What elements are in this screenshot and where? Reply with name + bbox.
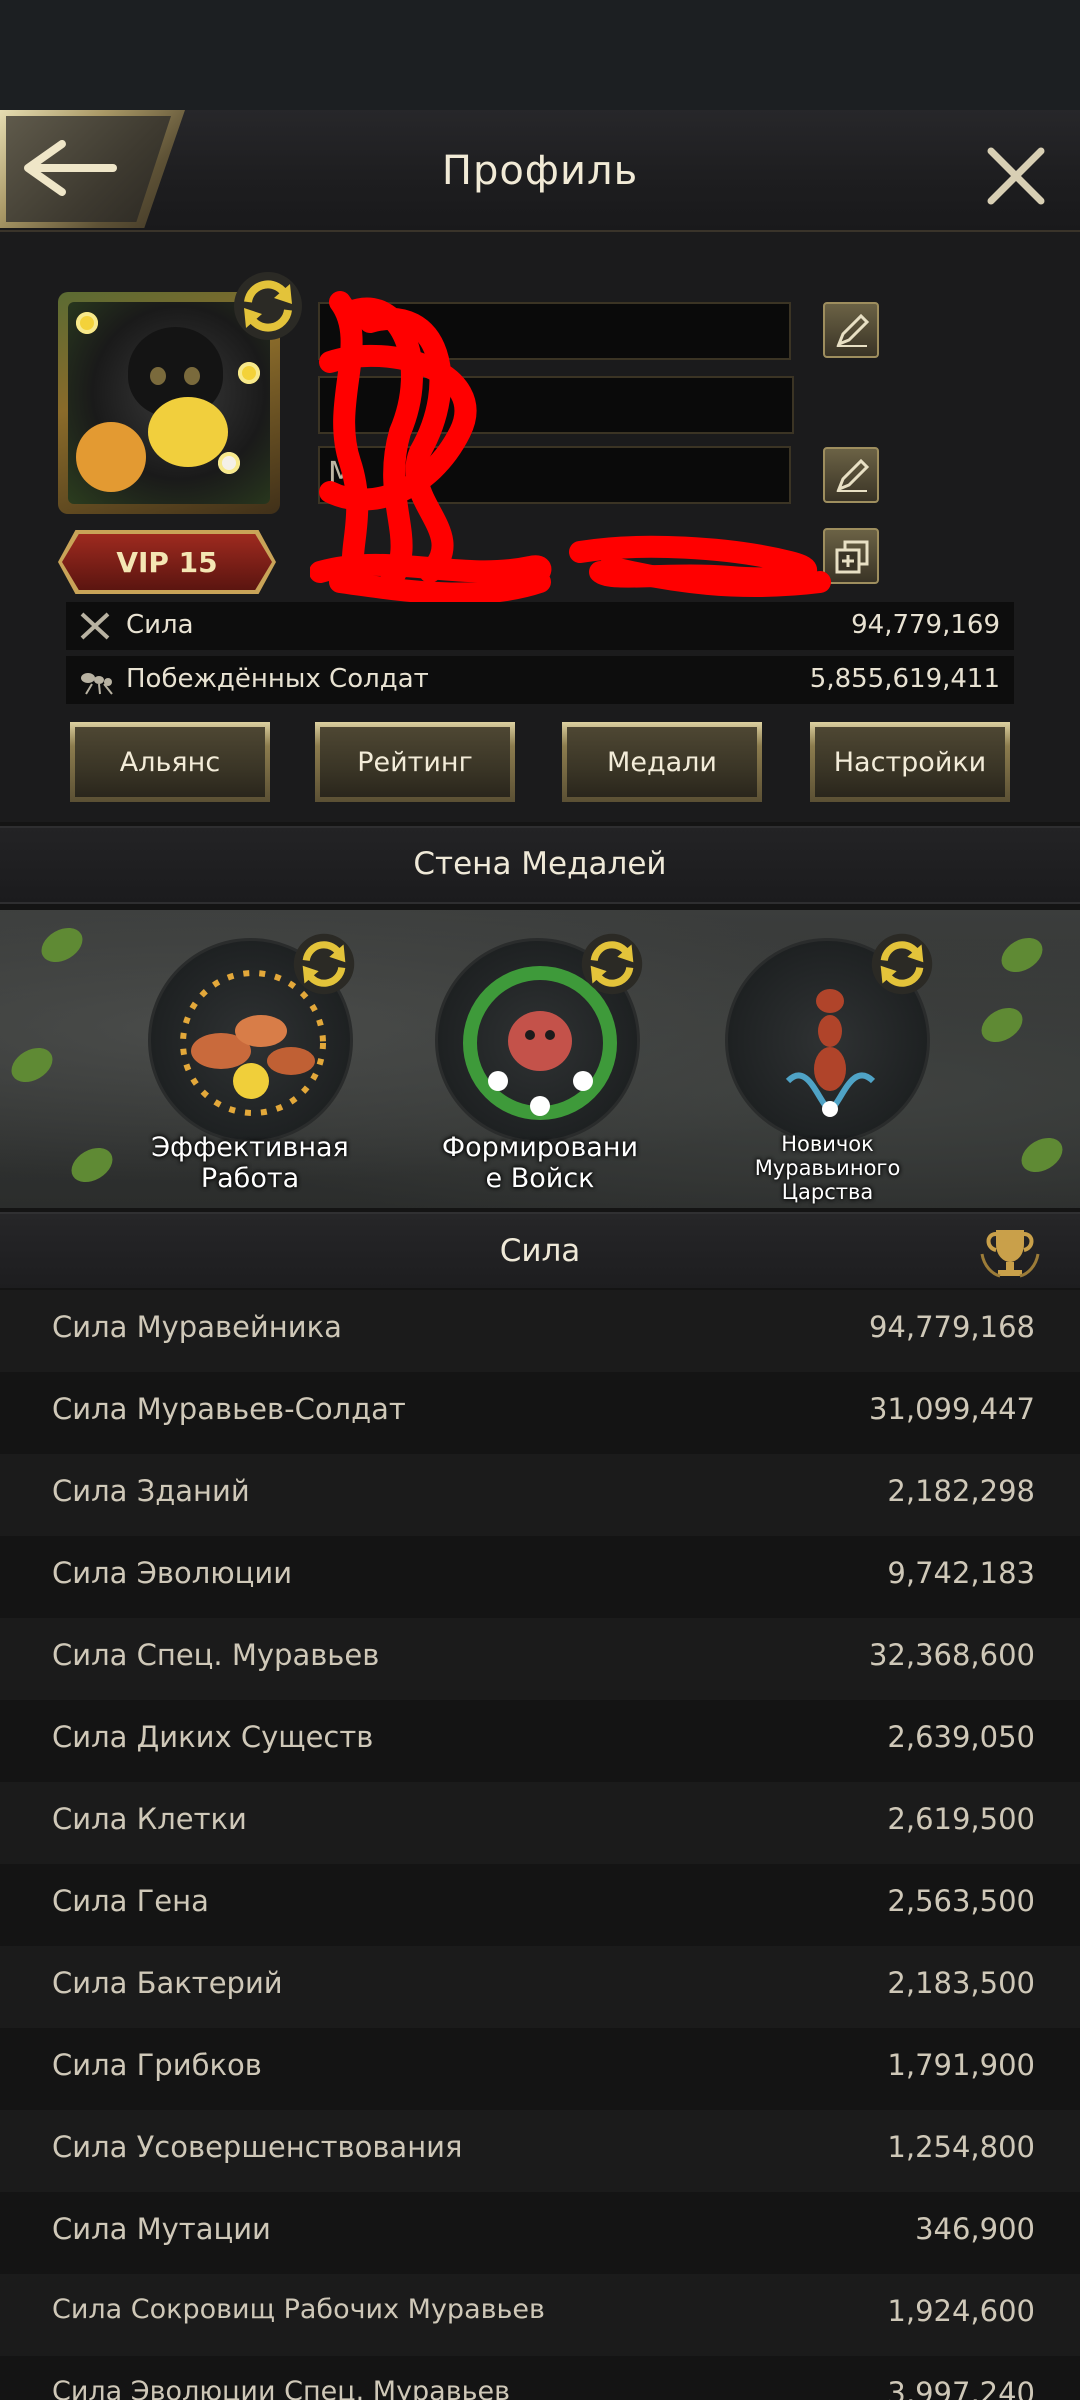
alliance-button[interactable]: Альянс bbox=[70, 722, 270, 802]
redaction-scribble bbox=[310, 291, 831, 605]
ranking-button[interactable]: Рейтинг bbox=[315, 722, 515, 802]
swap-medal-refresh-icon[interactable] bbox=[292, 932, 356, 996]
change-avatar-refresh-icon[interactable] bbox=[232, 270, 304, 342]
list-item: Сила Грибков 1,791,900 bbox=[0, 2028, 1080, 2110]
header: Профиль bbox=[0, 110, 1080, 232]
list-item: Сила Муравейника 94,779,168 bbox=[0, 1290, 1080, 1372]
list-item: Сила Сокровищ Рабочих Муравьев 1,924,600 bbox=[0, 2274, 1080, 2356]
list-item: Сила Муравьев-Солдат 31,099,447 bbox=[0, 1372, 1080, 1454]
close-icon[interactable] bbox=[985, 145, 1047, 207]
list-item: Сила Клетки 2,619,500 bbox=[0, 1782, 1080, 1864]
medal-wall-header: Стена Медалей bbox=[0, 826, 1080, 904]
vip-label: VIP 15 bbox=[116, 545, 218, 579]
list-item: Сила Эволюции 9,742,183 bbox=[0, 1536, 1080, 1618]
swap-medal-refresh-icon[interactable] bbox=[870, 932, 934, 996]
medal-label: Эффективная Работа bbox=[151, 1132, 349, 1195]
list-item: Сила Спец. Муравьев 32,368,600 bbox=[0, 1618, 1080, 1700]
page-title: Профиль bbox=[441, 148, 639, 194]
trophy-icon[interactable] bbox=[978, 1224, 1042, 1280]
power-breakdown-list: Сила Муравейника 94,779,168 Сила Муравьев… bbox=[0, 1290, 1080, 2400]
stat-row-power: Сила 94,779,169 bbox=[66, 602, 1014, 650]
ant-icon bbox=[81, 673, 113, 695]
list-item: Сила Эволюции Спец. Муравьев 3,997,240 bbox=[0, 2356, 1080, 2400]
medal-label: Формировани е Войск bbox=[441, 1132, 639, 1195]
profile-panel: VIP 15 M Сила 94,779,169 Побеждённых Сол… bbox=[0, 232, 1080, 822]
vip-badge[interactable]: VIP 15 bbox=[62, 534, 272, 590]
medal-wall: Эффективная Работа Формировани е Войск Н… bbox=[0, 910, 1080, 1208]
list-item: Сила Гена 2,563,500 bbox=[0, 1864, 1080, 1946]
stat-row-defeated-soldiers: Побеждённых Солдат 5,855,619,411 bbox=[66, 656, 1014, 704]
settings-button[interactable]: Настройки bbox=[810, 722, 1010, 802]
power-section-header: Сила bbox=[0, 1212, 1080, 1288]
list-item: Сила Бактерий 2,183,500 bbox=[0, 1946, 1080, 2028]
crossed-swords-icon bbox=[80, 612, 110, 640]
list-item: Сила Мутации 346,900 bbox=[0, 2192, 1080, 2274]
list-item: Сила Усовершенствования 1,254,800 bbox=[0, 2110, 1080, 2192]
list-item: Сила Диких Существ 2,639,050 bbox=[0, 1700, 1080, 1782]
list-item: Сила Зданий 2,182,298 bbox=[0, 1454, 1080, 1536]
status-bar bbox=[0, 0, 1080, 110]
medals-button[interactable]: Медали bbox=[562, 722, 762, 802]
swap-medal-refresh-icon[interactable] bbox=[580, 932, 644, 996]
medal-label: Новичок Муравьиного Царства bbox=[754, 1132, 901, 1205]
